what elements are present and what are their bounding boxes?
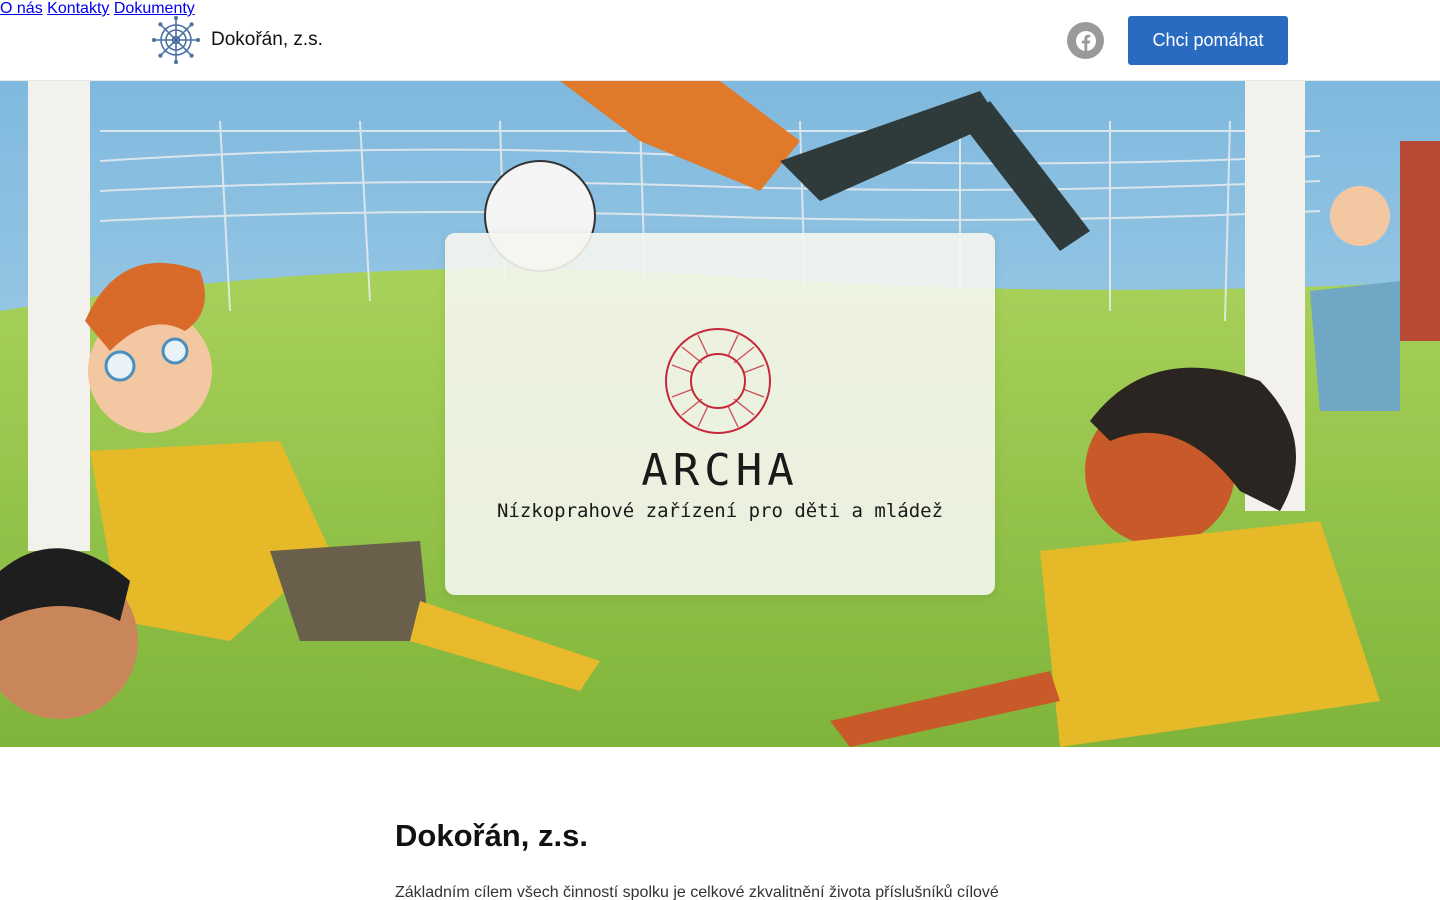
hero-banner: ARCHA Nízkoprahové zařízení pro děti a m…: [0, 81, 1440, 747]
facebook-button[interactable]: [1067, 22, 1104, 59]
hero-subtitle: Nízkoprahové zařízení pro děti a mládež: [496, 500, 944, 522]
nav-link-kontakty[interactable]: Kontakty: [47, 0, 109, 17]
donate-button[interactable]: Chci pomáhat: [1128, 16, 1288, 65]
hero-title: ARCHA: [641, 445, 799, 496]
hero-card: ARCHA Nízkoprahové zařízení pro děti a m…: [445, 233, 995, 595]
site-header: Dokořán, z.s. O nás Kontakty Dokumenty C…: [0, 0, 1440, 81]
section-title: Dokořán, z.s.: [395, 818, 588, 853]
nav-link-o-nas[interactable]: O nás: [0, 0, 43, 17]
section-text: Základním cílem všech činností spolku je…: [395, 884, 999, 900]
facebook-icon: [1075, 30, 1096, 51]
brand-name: Dokořán, z.s.: [211, 29, 323, 50]
ship-wheel-icon: [152, 16, 200, 64]
brand[interactable]: Dokořán, z.s.: [151, 15, 323, 65]
lifebuoy-icon: [665, 328, 771, 434]
